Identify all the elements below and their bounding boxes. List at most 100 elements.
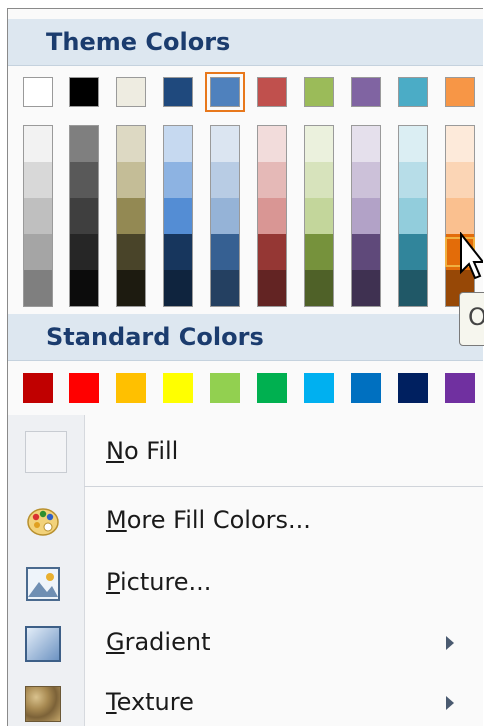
theme-shade-column [210,125,240,307]
theme-shade-swatch[interactable] [211,270,239,306]
theme-color-swatch[interactable] [304,77,334,107]
theme-shade-swatch[interactable] [305,234,333,270]
theme-shade-swatch[interactable] [399,126,427,162]
theme-shade-swatch[interactable] [164,234,192,270]
gradient-icon [25,626,61,662]
theme-color-swatch[interactable] [351,77,381,107]
theme-color-swatch[interactable] [116,77,146,107]
theme-shade-swatch[interactable] [352,126,380,162]
theme-shade-swatch[interactable] [70,162,98,198]
theme-shade-swatch[interactable] [70,234,98,270]
theme-shade-column [23,125,53,307]
theme-shade-swatch[interactable] [446,126,474,162]
theme-shade-column [398,125,428,307]
mouse-cursor-icon [460,232,483,280]
theme-color-swatch[interactable] [445,77,475,107]
picture-icon [25,566,61,602]
theme-shade-swatch[interactable] [117,234,145,270]
theme-color-swatch[interactable] [23,77,53,107]
texture-label: Texture [106,688,194,716]
standard-color-swatch[interactable] [351,373,381,403]
color-tooltip: O [459,292,484,346]
standard-color-swatch[interactable] [257,373,287,403]
theme-shade-swatch[interactable] [70,198,98,234]
theme-shade-swatch[interactable] [24,270,52,306]
theme-shade-swatch[interactable] [258,270,286,306]
standard-color-swatch[interactable] [304,373,334,403]
texture-icon [25,686,61,722]
standard-color-swatch[interactable] [445,373,475,403]
theme-shade-swatch[interactable] [305,270,333,306]
no-fill-label: No Fill [106,437,179,465]
theme-shade-swatch[interactable] [305,126,333,162]
standard-color-swatch[interactable] [23,373,53,403]
theme-shade-swatch[interactable] [352,198,380,234]
submenu-arrow-icon [446,636,454,650]
theme-shade-swatch[interactable] [352,234,380,270]
menu-item-picture[interactable]: Picture... [8,554,483,614]
theme-shade-swatch[interactable] [164,162,192,198]
palette-icon [25,504,61,540]
theme-color-swatch[interactable] [69,77,99,107]
no-fill-icon [25,431,67,473]
theme-shade-swatch[interactable] [117,270,145,306]
menu-item-more-fill-colors[interactable]: More Fill Colors... [8,492,483,552]
theme-shade-column [304,125,334,307]
theme-colors-title: Theme Colors [46,28,231,56]
menu-separator [84,486,483,487]
standard-color-swatch[interactable] [163,373,193,403]
more-fill-colors-label: More Fill Colors... [106,506,311,534]
theme-color-swatch[interactable] [257,77,287,107]
menu-item-gradient[interactable]: Gradient [8,614,483,674]
theme-shade-swatch[interactable] [24,234,52,270]
standard-colors-title: Standard Colors [46,323,264,351]
submenu-arrow-icon [446,696,454,710]
theme-shade-swatch[interactable] [117,198,145,234]
theme-shade-swatch[interactable] [446,162,474,198]
theme-shade-swatch[interactable] [117,162,145,198]
gradient-label: Gradient [106,628,211,656]
theme-shade-swatch[interactable] [70,270,98,306]
theme-shade-column [257,125,287,307]
theme-shade-swatch[interactable] [399,162,427,198]
theme-color-swatch[interactable] [205,72,245,112]
standard-color-swatch[interactable] [398,373,428,403]
theme-shade-swatch[interactable] [352,162,380,198]
theme-color-swatch[interactable] [398,77,428,107]
theme-shade-swatch[interactable] [399,270,427,306]
theme-shade-column [116,125,146,307]
theme-shade-swatch[interactable] [117,126,145,162]
fill-color-menu: Theme Colors Standard Colors No Fill Mor… [7,8,483,726]
theme-shade-column [69,125,99,307]
theme-shade-swatch[interactable] [258,198,286,234]
theme-shade-swatch[interactable] [211,198,239,234]
theme-shade-swatch[interactable] [24,126,52,162]
standard-color-swatch[interactable] [69,373,99,403]
theme-shade-swatch[interactable] [211,126,239,162]
theme-colors-header: Theme Colors [8,19,483,66]
theme-shade-swatch[interactable] [399,234,427,270]
picture-label: Picture... [106,568,212,596]
theme-shade-swatch[interactable] [352,270,380,306]
theme-shade-swatch[interactable] [164,270,192,306]
theme-shade-swatch[interactable] [305,198,333,234]
theme-shade-swatch[interactable] [24,162,52,198]
theme-shade-swatch[interactable] [258,234,286,270]
menu-item-texture[interactable]: Texture [8,674,483,726]
theme-shade-swatch[interactable] [164,126,192,162]
theme-shade-swatch[interactable] [211,162,239,198]
theme-shade-swatch[interactable] [164,198,192,234]
standard-color-swatch[interactable] [210,373,240,403]
tooltip-text: O [468,303,484,331]
theme-shade-swatch[interactable] [258,126,286,162]
menu-item-no-fill[interactable]: No Fill [8,423,483,483]
theme-shade-swatch[interactable] [399,198,427,234]
theme-shade-swatch[interactable] [24,198,52,234]
theme-shade-swatch[interactable] [211,234,239,270]
theme-shade-swatch[interactable] [305,162,333,198]
theme-shade-swatch[interactable] [258,162,286,198]
theme-color-swatch[interactable] [163,77,193,107]
theme-shade-swatch[interactable] [446,198,474,234]
theme-shade-swatch[interactable] [70,126,98,162]
standard-color-swatch[interactable] [116,373,146,403]
